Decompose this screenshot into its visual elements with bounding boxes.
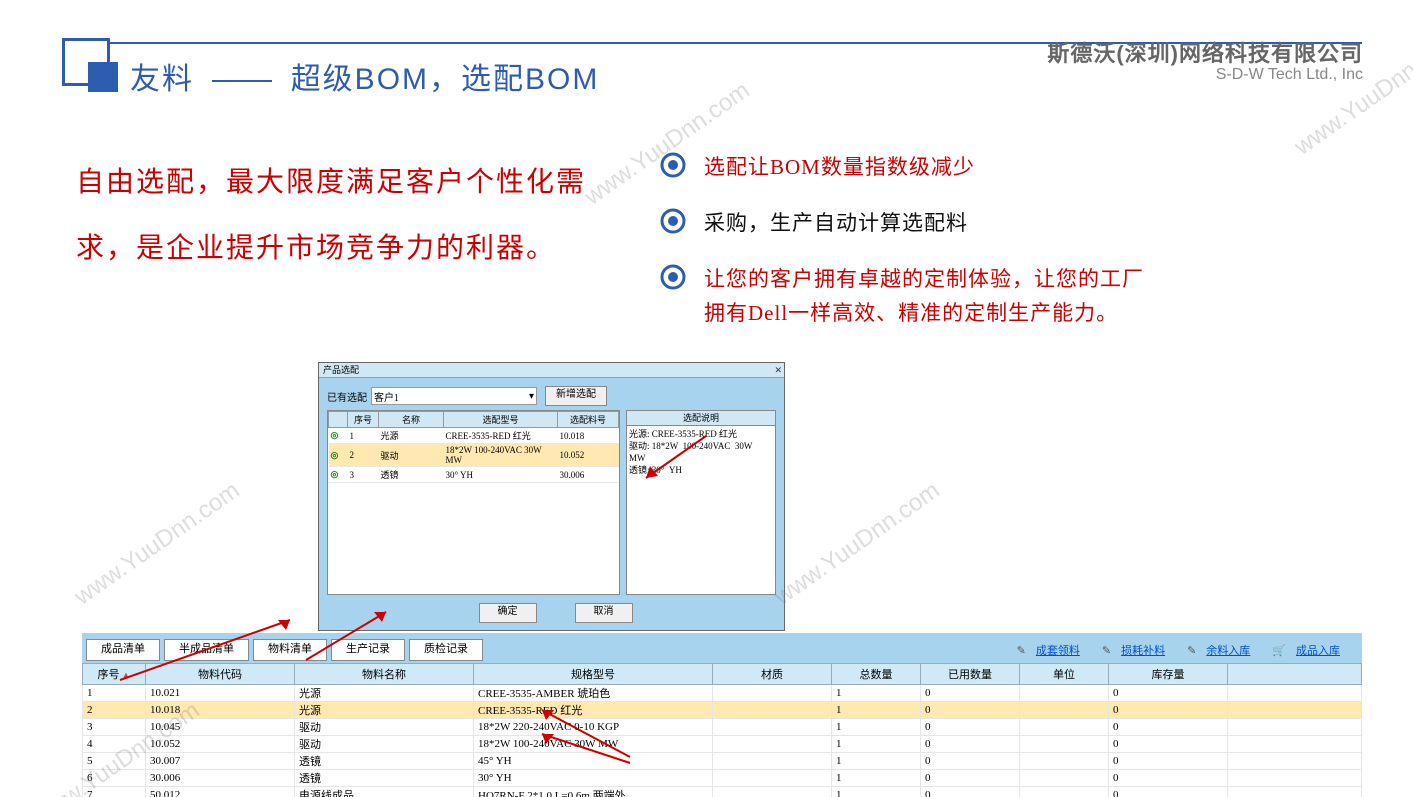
- bullet-row: 采购，生产自动计算选配料: [660, 206, 1160, 240]
- edit-icon: ✎: [1102, 644, 1111, 657]
- table-row[interactable]: 750.012电源线成品HO7RN-F 2*1.0 L=0.6m,两端外...1…: [83, 787, 1362, 797]
- close-icon[interactable]: ✕: [774, 363, 782, 377]
- action-finishedin[interactable]: 成品入库: [1296, 642, 1340, 658]
- customer-select[interactable]: 客户1 ▾: [371, 387, 537, 405]
- action-surplus[interactable]: 余料入库: [1206, 642, 1250, 658]
- target-icon: [660, 264, 686, 290]
- title-dash: [212, 80, 272, 82]
- desc-header: 选配说明: [626, 410, 776, 425]
- bullet-row: 让您的客户拥有卓越的定制体验，让您的工厂拥有Dell一样高效、精准的定制生产能力…: [660, 262, 1160, 330]
- bullet-text: 让您的客户拥有卓越的定制体验，让您的工厂拥有Dell一样高效、精准的定制生产能力…: [704, 262, 1160, 330]
- cancel-button[interactable]: 取消: [575, 603, 633, 623]
- selected-label: 已有选配: [327, 389, 367, 404]
- company-cn: 斯德沃(深圳)网络科技有限公司: [1047, 36, 1363, 68]
- target-icon: [660, 208, 686, 234]
- edit-icon: ✎: [1017, 644, 1026, 657]
- table-row[interactable]: 110.021光源CREE-3535-AMBER 琥珀色100: [83, 685, 1362, 702]
- tab-semifinished[interactable]: 半成品清单: [164, 639, 249, 661]
- action-pickset[interactable]: 成套领料: [1036, 642, 1080, 658]
- material-table[interactable]: 序号▲ 物料代码 物料名称 规格型号 材质 总数量 已用数量 单位 库存量 11…: [82, 663, 1362, 797]
- sort-icon[interactable]: ▲: [122, 670, 131, 680]
- tabs-row: 成品清单 半成品清单 物料清单 生产记录 质检记录 ✎ 成套领料 ✎ 损耗补料 ✎ 余…: [82, 633, 1362, 663]
- watermark: www.YuuDnn.com: [770, 477, 946, 612]
- edit-icon: ✎: [1187, 644, 1196, 657]
- table-header-row: 序号▲ 物料代码 物料名称 规格型号 材质 总数量 已用数量 单位 库存量: [83, 664, 1362, 685]
- tab-qc[interactable]: 质检记录: [409, 639, 483, 661]
- company-en: S-D-W Tech Ltd., Inc: [1216, 66, 1363, 84]
- watermark: www.YuuDnn.com: [70, 477, 246, 612]
- table-row[interactable]: 310.045驱动18*2W 220-240VAC 0-10 KGP100: [83, 719, 1362, 736]
- table-row[interactable]: ◎2驱动18*2W 100-240VAC 30W MW10.052: [329, 444, 619, 467]
- new-config-button[interactable]: 新增选配: [545, 386, 607, 406]
- table-row[interactable]: ◎1光源CREE-3535-RED 红光10.018: [329, 428, 619, 444]
- dialog-titlebar: 产品选配 ✕: [319, 363, 784, 378]
- tab-production[interactable]: 生产记录: [331, 639, 405, 661]
- table-row[interactable]: 530.007透镜45° YH100: [83, 753, 1362, 770]
- tab-finished[interactable]: 成品清单: [86, 639, 160, 661]
- select-value: 客户1: [374, 389, 399, 404]
- bullet-text: 选配让BOM数量指数级减少: [704, 150, 975, 184]
- cart-icon: 🛒: [1272, 644, 1286, 657]
- target-icon: [660, 152, 686, 178]
- table-header-row: 序号 名称 选配型号 选配料号: [329, 412, 619, 428]
- bullet-list: 选配让BOM数量指数级减少 采购，生产自动计算选配料 让您的客户拥有卓越的定制体…: [660, 150, 1160, 352]
- ok-button[interactable]: 确定: [479, 603, 537, 623]
- page-title: 友料 超级BOM，选配BOM: [130, 54, 599, 98]
- config-dialog: 产品选配 ✕ 已有选配 客户1 ▾ 新增选配 序号 名称 选配型号 选配料号: [318, 362, 785, 631]
- table-row[interactable]: 210.018光源CREE-3535-RED 红光100: [83, 702, 1362, 719]
- dialog-table[interactable]: 序号 名称 选配型号 选配料号 ◎1光源CREE-3535-RED 红光10.0…: [327, 410, 620, 595]
- dialog-title: 产品选配: [323, 365, 359, 375]
- desc-box: 光源: CREE-3535-RED 红光 驱动: 18*2W 100-240VA…: [626, 425, 776, 595]
- header-box-inner: [88, 62, 118, 92]
- table-row[interactable]: ◎3透镜30° YH30.006: [329, 467, 619, 483]
- action-loss[interactable]: 损耗补料: [1121, 642, 1165, 658]
- bullet-row: 选配让BOM数量指数级减少: [660, 150, 1160, 184]
- bullet-text: 采购，生产自动计算选配料: [704, 206, 968, 240]
- tab-material[interactable]: 物料清单: [253, 639, 327, 661]
- chevron-down-icon: ▾: [529, 391, 534, 402]
- title-main: 超级BOM，选配BOM: [291, 63, 600, 96]
- main-panel: 成品清单 半成品清单 物料清单 生产记录 质检记录 ✎ 成套领料 ✎ 损耗补料 ✎ 余…: [82, 633, 1362, 797]
- dialog-toolbar: 已有选配 客户1 ▾ 新增选配: [327, 386, 776, 406]
- table-row[interactable]: 410.052驱动18*2W 100-240VAC 30W MW100: [83, 736, 1362, 753]
- table-row[interactable]: 630.006透镜30° YH100: [83, 770, 1362, 787]
- intro-paragraph: 自由选配，最大限度满足客户个性化需求，是企业提升市场竞争力的利器。: [76, 150, 636, 282]
- title-prefix: 友料: [130, 63, 194, 96]
